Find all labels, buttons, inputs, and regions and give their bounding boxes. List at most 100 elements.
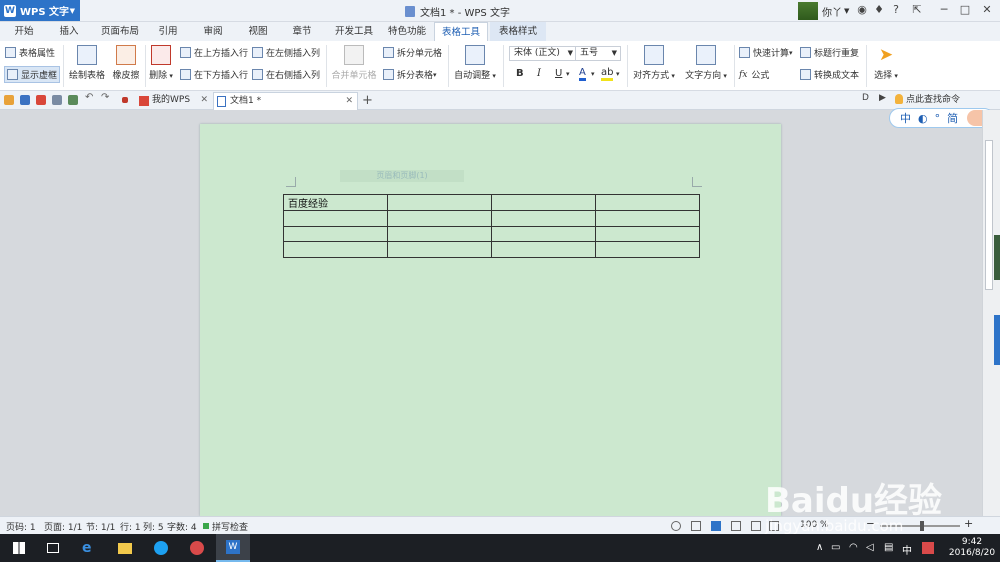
- maximize-button[interactable]: □: [958, 3, 972, 17]
- document-page[interactable]: 页眉和页脚(1) 百度经验: [200, 124, 781, 516]
- chevron-down-icon[interactable]: ▾: [616, 70, 620, 78]
- fullscreen-icon[interactable]: [691, 521, 701, 531]
- table-cell[interactable]: [595, 210, 700, 227]
- insert-row-above-button[interactable]: 在上方插入行: [180, 46, 248, 59]
- tab-review[interactable]: 审阅: [195, 22, 231, 41]
- outline-view-icon[interactable]: [731, 521, 741, 531]
- ime-simplified[interactable]: 简: [947, 110, 958, 126]
- quick-calc-button[interactable]: 快速计算 ▾: [739, 46, 793, 59]
- share-icon[interactable]: ▶: [879, 93, 889, 103]
- text-direction-button[interactable]: 文字方向 ▾: [681, 45, 731, 81]
- insert-col-left-button[interactable]: 在左侧插入列: [252, 46, 320, 59]
- document-table[interactable]: 百度经验: [283, 194, 700, 258]
- underline-button[interactable]: U: [555, 68, 562, 79]
- browser-button[interactable]: [144, 534, 178, 562]
- skin-icon[interactable]: ◉: [855, 3, 869, 17]
- chevron-down-icon[interactable]: ▾: [566, 70, 570, 78]
- auto-fit-button[interactable]: 自动调整 ▾: [452, 45, 498, 81]
- show-gridlines-toggle[interactable]: 显示虚框: [4, 66, 61, 83]
- battery-icon[interactable]: ▭: [831, 542, 840, 553]
- new-tab-button[interactable]: +: [362, 93, 373, 108]
- highlight-icon[interactable]: ab: [601, 67, 614, 81]
- merge-cells-button[interactable]: 合并单元格: [330, 45, 378, 81]
- tab-chapter[interactable]: 章节: [284, 22, 320, 41]
- print-icon[interactable]: [52, 95, 62, 105]
- export-pdf-icon[interactable]: [36, 95, 46, 105]
- tab-page-layout[interactable]: 页面布局: [96, 22, 144, 41]
- table-properties-button[interactable]: 表格属性: [5, 46, 55, 59]
- table-cell[interactable]: [595, 194, 700, 211]
- table-cell[interactable]: [283, 225, 388, 242]
- close-button[interactable]: ✕: [980, 3, 994, 17]
- start-button[interactable]: [2, 534, 36, 562]
- table-cell[interactable]: 百度经验: [283, 194, 388, 211]
- tab-view[interactable]: 视图: [240, 22, 276, 41]
- spell-check-button[interactable]: 拼写检查: [212, 520, 248, 533]
- notification-icon[interactable]: ▤: [884, 542, 893, 553]
- wifi-icon[interactable]: ◠: [849, 542, 858, 553]
- help-icon[interactable]: ?: [889, 3, 903, 17]
- history-icon[interactable]: [671, 521, 681, 531]
- chevron-up-icon[interactable]: ∧: [816, 542, 823, 553]
- close-tab-icon[interactable]: ✕: [200, 92, 208, 109]
- table-cell[interactable]: [595, 225, 700, 242]
- tab-insert[interactable]: 插入: [50, 22, 88, 41]
- punctuation-icon[interactable]: °: [935, 112, 941, 125]
- save-icon[interactable]: [20, 95, 30, 105]
- tab-document-1[interactable]: 文档1 * ✕: [213, 92, 358, 110]
- table-cell[interactable]: [387, 210, 492, 227]
- delete-button[interactable]: 删除 ▾: [148, 45, 174, 81]
- undo-icon[interactable]: ↶: [85, 92, 97, 103]
- insert-row-below-button[interactable]: 在下方插入行: [180, 68, 248, 81]
- system-clock[interactable]: 9:42 2016/8/20: [944, 537, 1000, 559]
- table-cell[interactable]: [595, 241, 700, 258]
- table-cell[interactable]: [491, 241, 596, 258]
- redo-icon[interactable]: ↷: [101, 92, 113, 103]
- tab-table-tools[interactable]: 表格工具: [434, 22, 488, 41]
- italic-button[interactable]: I: [537, 68, 541, 79]
- tab-developer[interactable]: 开发工具: [330, 22, 378, 41]
- side-widget[interactable]: [994, 235, 1000, 280]
- web-view-icon[interactable]: [751, 521, 761, 531]
- shirt-icon[interactable]: ♦: [872, 3, 886, 17]
- volume-icon[interactable]: ◁: [866, 542, 874, 553]
- table-cell[interactable]: [387, 194, 492, 211]
- open-folder-icon[interactable]: [4, 95, 14, 105]
- chevron-down-icon[interactable]: ▾: [591, 70, 595, 78]
- app-button[interactable]: [180, 534, 214, 562]
- wps-writer-button[interactable]: W: [216, 534, 250, 562]
- vertical-scrollbar[interactable]: [982, 110, 994, 516]
- scrollbar-thumb[interactable]: [985, 140, 993, 290]
- app-menu-button[interactable]: W WPS 文字 ▼: [0, 0, 80, 21]
- restore-ribbon-icon[interactable]: ⇱: [910, 3, 924, 17]
- close-tab-icon[interactable]: ✕: [345, 93, 353, 110]
- pin-icon[interactable]: [122, 97, 128, 103]
- side-panel-toggle[interactable]: [994, 315, 1000, 365]
- convert-to-text-button[interactable]: 转换成文本: [800, 68, 859, 81]
- tab-home[interactable]: 开始: [5, 22, 43, 41]
- reading-view-icon[interactable]: [769, 521, 779, 531]
- find-command[interactable]: 点此查找命令: [895, 92, 960, 105]
- zoom-out-button[interactable]: −: [866, 517, 875, 530]
- zoom-level[interactable]: 100 %: [800, 520, 829, 530]
- sogou-icon[interactable]: [922, 542, 934, 554]
- zoom-slider[interactable]: [880, 521, 960, 531]
- formula-button[interactable]: fx 公式: [739, 68, 769, 82]
- bold-button[interactable]: B: [516, 68, 524, 79]
- zoom-in-button[interactable]: +: [964, 517, 973, 530]
- user-account[interactable]: 你丫 ▼: [798, 1, 849, 21]
- avatar[interactable]: [798, 2, 818, 20]
- table-cell[interactable]: [387, 241, 492, 258]
- taskbar-ime[interactable]: 中: [902, 542, 912, 557]
- tab-my-wps[interactable]: 我的WPS ✕: [136, 92, 212, 110]
- table-cell[interactable]: [491, 225, 596, 242]
- zoom-slider-knob[interactable]: [920, 521, 924, 531]
- eraser-button[interactable]: 橡皮擦: [110, 45, 142, 81]
- ime-toolbar[interactable]: 中 ◐ ° 简: [889, 108, 994, 128]
- alignment-button[interactable]: 对齐方式 ▾: [630, 45, 678, 81]
- table-cell[interactable]: [387, 225, 492, 242]
- split-table-button[interactable]: 拆分表格 ▾: [383, 68, 437, 81]
- tab-features[interactable]: 特色功能: [383, 22, 431, 41]
- page-view-icon[interactable]: [711, 521, 721, 531]
- ime-language[interactable]: 中: [900, 110, 911, 126]
